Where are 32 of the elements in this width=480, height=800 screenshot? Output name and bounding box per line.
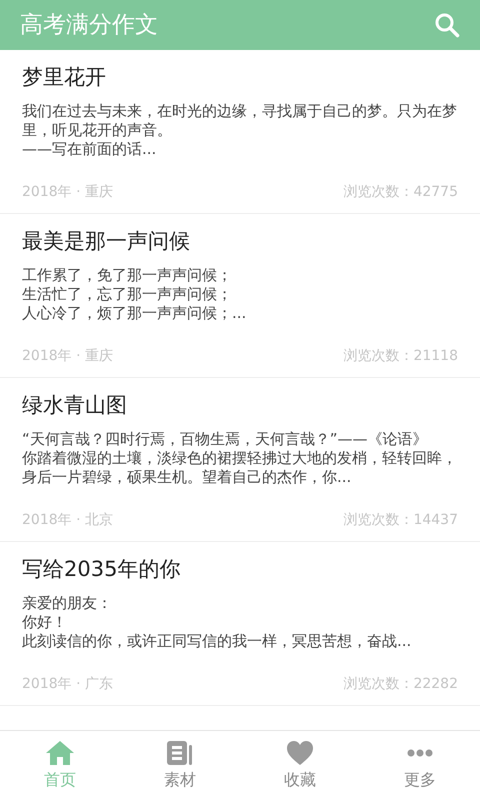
search-icon[interactable] xyxy=(434,12,460,38)
article-card[interactable]: 梦里花开 我们在过去与未来，在时光的边缘，寻找属于自己的梦。只为在梦里，听见花开的声音。 ——写在前面的话... 2018年 · 重庆 浏览次数：42775 xyxy=(0,50,480,214)
article-title: 梦里花开 xyxy=(22,64,107,91)
article-title: 写给2035年的你 xyxy=(22,556,182,583)
article-title: 最美是那一声问候 xyxy=(22,228,191,255)
article-card[interactable]: 绿水青山图 “天何言哉？四时行焉，百物生焉，天何言哉？”——《论语》 你踏着微湿的土壤，淡绿色的裙摆轻拂过大地的发梢，轻转回眸，身后一片碧绿，硕果生机。望着自己的杰作，你... 2018年 · 北京 浏览次数：14437 xyxy=(0,378,480,542)
app-title: 高考满分作文 xyxy=(20,10,158,40)
view-count: 浏览次数：42775 xyxy=(343,183,458,202)
summary-line: 亲爱的朋友： xyxy=(22,594,113,613)
summary-line: 此刻读信的你，或许正同写信的我一样，冥思苦想，奋战... xyxy=(22,632,412,651)
article-title: 绿水青山图 xyxy=(22,392,128,419)
year-location: 2018年 · 重庆 xyxy=(22,183,113,202)
summary-line: 我们在过去与未来，在时光的边缘，寻找属于自己的梦。只为在梦里，听见花开的声音。 xyxy=(22,102,458,140)
summary-line: “天何言哉？四时行焉，百物生焉，天何言哉？”——《论语》 xyxy=(22,430,429,449)
more-icon xyxy=(407,748,433,756)
summary-line: 你踏着微湿的土壤，淡绿色的裙摆轻拂过大地的发梢，轻转回眸，身后一片碧绿，硕果生机。望着自己的杰作，你... xyxy=(22,449,458,487)
summary-line: 你好！ xyxy=(22,613,68,632)
year-location: 2018年 · 广东 xyxy=(22,675,113,694)
year-location: 2018年 · 北京 xyxy=(22,511,113,530)
article-card[interactable]: 写给2035年的你 亲爱的朋友： 你好！ 此刻读信的你，或许正同写信的我一样，冥思苦想，奋战... 2018年 · 广东 浏览次数：22282 xyxy=(0,542,480,706)
heart-icon xyxy=(286,740,314,766)
view-count: 浏览次数：14437 xyxy=(343,511,458,530)
summary-line: ——写在前面的话... xyxy=(22,140,158,159)
view-count: 浏览次数：22282 xyxy=(343,675,458,694)
summary-line: 人心冷了，烦了那一声声问候；... xyxy=(22,304,248,323)
summary-line: 生活忙了，忘了那一声声问候； xyxy=(22,285,233,304)
article-card[interactable]: 最美是那一声问候 工作累了，免了那一声声问候； 生活忙了，忘了那一声声问候； 人心冷了，烦了那一声声问候；... 2018年 · 重庆 浏览次数：21118 xyxy=(0,214,480,378)
view-count: 浏览次数：21118 xyxy=(343,347,458,366)
summary-line: 工作累了，免了那一声声问候； xyxy=(22,266,233,285)
book-icon xyxy=(166,740,194,766)
house-icon xyxy=(45,740,75,766)
year-location: 2018年 · 重庆 xyxy=(22,347,113,366)
